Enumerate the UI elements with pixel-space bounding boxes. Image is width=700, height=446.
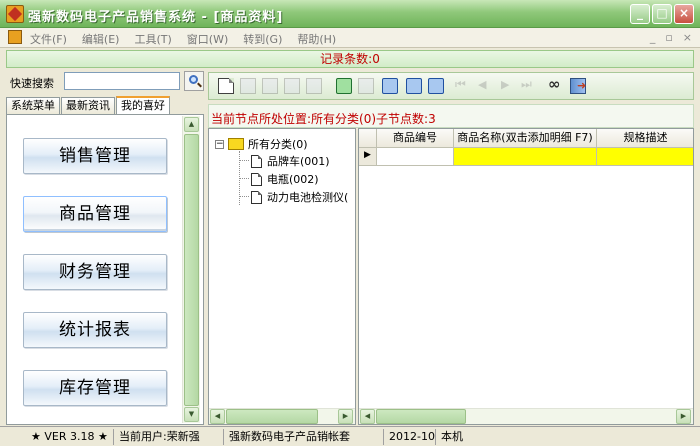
edit-icon[interactable] <box>240 78 256 94</box>
tab-system-menu[interactable]: 系统菜单 <box>6 97 60 114</box>
cell-spec[interactable] <box>597 148 693 166</box>
minimize-icon: _ <box>637 6 643 20</box>
scroll-thumb[interactable] <box>226 409 318 424</box>
scroll-down-button[interactable]: ▼ <box>184 407 199 422</box>
product-management-button[interactable]: 商品管理 <box>23 196 167 232</box>
tree-root-node[interactable]: − 所有分类(0) <box>215 136 308 152</box>
left-tabs: 系统菜单 最新资讯 我的喜好 <box>6 96 171 114</box>
column-header-spec[interactable]: 规格描述 <box>597 129 693 148</box>
menu-help[interactable]: 帮助(H) <box>297 31 336 47</box>
location-bar: 当前节点所处位置:所有分类(0)子节点数:3 <box>208 104 694 128</box>
document-icon <box>251 154 262 168</box>
window-title: 强新数码电子产品销售系统 - [商品资料] <box>28 10 284 25</box>
menu-bar: 文件(F) 编辑(E) 工具(T) 窗口(W) 转到(G) 帮助(H) _ ▫ … <box>0 28 700 48</box>
record-count-bar: 记录条数:0 <box>6 50 694 68</box>
table-row[interactable] <box>359 148 693 166</box>
row-indicator-header <box>359 129 377 148</box>
maximize-button[interactable]: □ <box>652 4 672 24</box>
left-panel: 快速搜索 系统菜单 最新资讯 我的喜好 销售管理 商品管理 财务管理 统计报表 … <box>6 70 204 425</box>
last-icon[interactable] <box>520 77 536 94</box>
scroll-right-button[interactable]: ▶ <box>338 409 353 424</box>
preview-icon[interactable] <box>382 78 398 94</box>
tree-item-battery[interactable]: 电瓶(002) <box>251 171 319 187</box>
sales-management-button[interactable]: 销售管理 <box>23 138 167 174</box>
machine-label: 本机 <box>441 430 463 443</box>
quick-search-button[interactable] <box>184 71 204 91</box>
next-icon[interactable] <box>498 78 514 94</box>
left-vertical-scrollbar[interactable]: ▲ ▼ <box>182 116 200 423</box>
glasses-icon[interactable] <box>548 75 564 94</box>
app-logo-icon <box>6 5 24 23</box>
prev-icon[interactable] <box>476 78 492 94</box>
category-tree: − 所有分类(0) 品牌车(001) 电瓶(002) 动力电池检测仪( ◀ ▶ <box>208 128 356 425</box>
first-icon[interactable] <box>454 77 470 94</box>
quick-search-input[interactable] <box>64 72 180 90</box>
tree-item-label: 动力电池检测仪( <box>267 191 349 204</box>
column-header-product-name[interactable]: 商品名称(双击添加明细 F7) <box>454 129 597 148</box>
import-icon[interactable] <box>358 78 374 94</box>
document-icon <box>251 172 262 186</box>
tree-item-label: 品牌车(001) <box>267 155 330 168</box>
favorites-panel: 销售管理 商品管理 财务管理 统计报表 库存管理 ▲ ▼ <box>6 114 204 425</box>
account-set-label: 强新数码电子产品销帐套 <box>226 429 384 445</box>
current-node-location: 当前节点所处位置:所有分类(0)子节点数:3 <box>211 112 436 126</box>
tree-horizontal-scrollbar[interactable]: ◀ ▶ <box>209 408 355 424</box>
mdi-restore-button[interactable]: ▫ <box>665 31 672 44</box>
delete-icon[interactable] <box>262 78 278 94</box>
finance-management-button[interactable]: 财务管理 <box>23 254 167 290</box>
tree-item-label: 电瓶(002) <box>267 173 319 186</box>
export-icon[interactable] <box>428 78 444 94</box>
menu-tools[interactable]: 工具(T) <box>134 31 171 47</box>
scroll-left-button[interactable]: ◀ <box>210 409 225 424</box>
document-icon[interactable] <box>8 30 22 44</box>
undo-icon[interactable] <box>306 78 322 94</box>
statistics-report-button[interactable]: 统计报表 <box>23 312 167 348</box>
cell-product-name[interactable] <box>454 148 597 166</box>
document-icon <box>251 190 262 204</box>
menu-file[interactable]: 文件(F) <box>30 31 67 47</box>
menu-window[interactable]: 窗口(W) <box>187 31 228 47</box>
folder-icon <box>228 138 244 150</box>
scroll-thumb[interactable] <box>376 409 466 424</box>
scroll-left-button[interactable]: ◀ <box>360 409 375 424</box>
grid-horizontal-scrollbar[interactable]: ◀ ▶ <box>359 408 693 424</box>
print-icon[interactable] <box>406 78 422 94</box>
close-button[interactable]: × <box>674 4 694 24</box>
collapse-icon[interactable]: − <box>215 139 224 149</box>
tree-root-label: 所有分类(0) <box>248 138 308 151</box>
period-label: 2012-10 <box>386 429 436 445</box>
save-icon[interactable] <box>284 78 300 94</box>
menu-edit[interactable]: 编辑(E) <box>82 31 120 47</box>
tree-item-battery-tester[interactable]: 动力电池检测仪( <box>251 189 348 205</box>
status-bar: ★ VER 3.18 ★ 当前用户:荣新强 强新数码电子产品销帐套 2012-1… <box>0 426 700 446</box>
tree-item-brand-car[interactable]: 品牌车(001) <box>251 153 330 169</box>
current-row-indicator <box>359 148 377 166</box>
version-label: ★ VER 3.18 ★ <box>28 429 114 445</box>
title-bar: 强新数码电子产品销售系统 - [商品资料] _ □ × <box>0 0 700 28</box>
grid-header: 商品编号 商品名称(双击添加明细 F7) 规格描述 <box>359 129 693 148</box>
mdi-minimize-button[interactable]: _ <box>650 31 656 44</box>
refresh-icon[interactable] <box>336 78 352 94</box>
maximize-icon: □ <box>656 6 668 20</box>
minimize-button[interactable]: _ <box>630 4 650 24</box>
close-icon: × <box>678 6 690 20</box>
cell-product-code[interactable] <box>377 148 454 166</box>
toolbar <box>208 72 694 100</box>
exit-icon[interactable] <box>570 78 586 94</box>
scroll-right-button[interactable]: ▶ <box>676 409 691 424</box>
inventory-management-button[interactable]: 库存管理 <box>23 370 167 406</box>
menu-goto[interactable]: 转到(G) <box>243 31 282 47</box>
tab-latest-news[interactable]: 最新资讯 <box>61 97 115 114</box>
quick-search-label: 快速搜索 <box>10 77 54 90</box>
current-user-label: 当前用户:荣新强 <box>116 429 224 445</box>
tab-favorites[interactable]: 我的喜好 <box>116 96 170 114</box>
scroll-thumb[interactable] <box>184 134 199 406</box>
scroll-up-button[interactable]: ▲ <box>184 117 199 132</box>
mdi-close-button[interactable]: × <box>683 31 692 44</box>
product-grid: 商品编号 商品名称(双击添加明细 F7) 规格描述 ◀ ▶ <box>358 128 694 425</box>
new-icon[interactable] <box>218 78 234 94</box>
column-header-product-code[interactable]: 商品编号 <box>377 129 454 148</box>
